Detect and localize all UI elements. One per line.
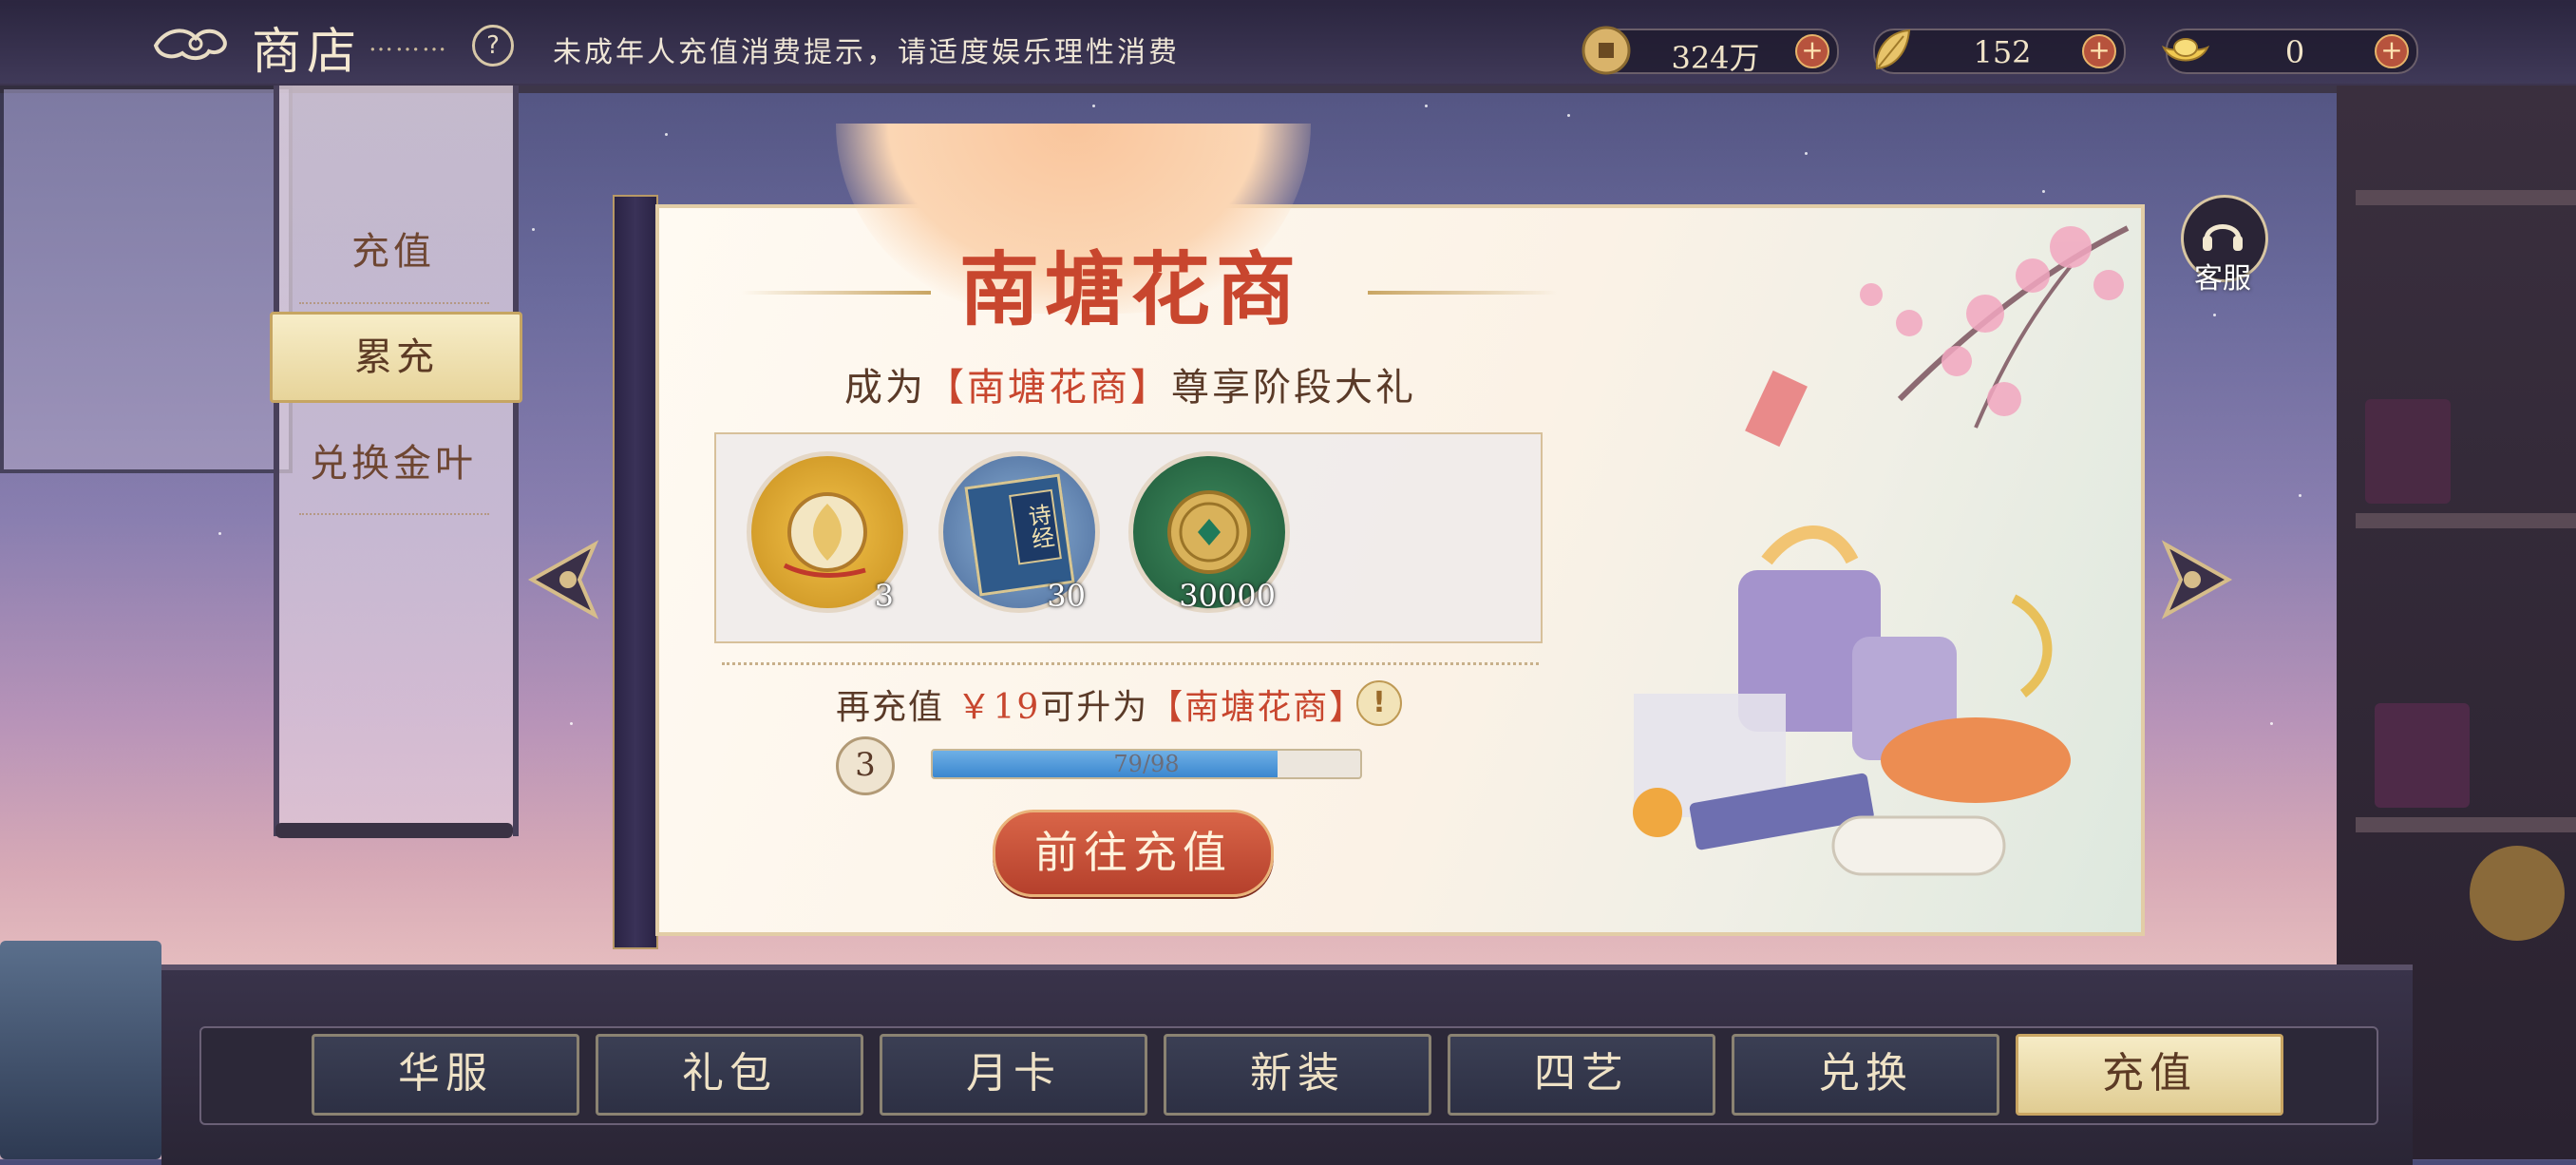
card-scroll-rod: [613, 195, 658, 949]
star-decoration: [2270, 722, 2273, 725]
book-title: 诗经: [1009, 488, 1062, 565]
help-icon[interactable]: ?: [472, 25, 514, 67]
divider: [299, 302, 489, 304]
shelf-box: [2365, 399, 2451, 504]
prev-arrow-icon[interactable]: [513, 537, 604, 622]
jade-coin-icon: [1167, 490, 1251, 574]
star-decoration: [2213, 314, 2216, 316]
upgrade-hint: 再充值 ￥19可升为【南塘花商】: [836, 679, 1365, 729]
desk-scroll: [0, 941, 161, 1159]
add-gold-ingot-button[interactable]: +: [2375, 34, 2409, 68]
star-decoration: [2042, 190, 2045, 193]
upgrade-prefix: 再充值: [836, 688, 945, 727]
progress-text: 79/98: [1113, 751, 1180, 777]
star-decoration: [570, 722, 573, 725]
reward-count: 30000: [1179, 578, 1276, 614]
sidebar-item-cumulative-recharge[interactable]: 累充: [270, 312, 522, 403]
reward-count: 3: [874, 578, 894, 614]
reward-item-poetry-book[interactable]: 诗经 30: [938, 451, 1100, 614]
top-bar: 商店 ……… ? 未成年人充值消费提示，请适度娱乐理性消费 324万 + 152…: [0, 0, 2576, 86]
star-decoration: [1805, 152, 1808, 155]
gold-ingot-amount: 0: [2284, 34, 2305, 70]
next-arrow-icon[interactable]: [2156, 537, 2247, 622]
cherry-blossom-decoration: [1745, 225, 2130, 448]
info-icon[interactable]: !: [1356, 680, 1402, 726]
shelf-board: [2356, 190, 2576, 205]
title-dots: ………: [369, 29, 448, 57]
reward-item-golden-pendant[interactable]: 3: [747, 451, 908, 614]
sidebar-rod: [275, 823, 513, 838]
golden-pendant-icon: [783, 492, 867, 578]
tab-fashion[interactable]: 华服: [312, 1034, 579, 1116]
upgrade-tier-name: 【南塘花商】: [1148, 688, 1366, 727]
tab-gift-pack[interactable]: 礼包: [596, 1034, 863, 1116]
divider: [299, 513, 489, 515]
shelf-board: [2356, 513, 2576, 528]
title-ornament-right: [1368, 291, 1558, 295]
reward-count: 30: [1047, 578, 1086, 614]
gold-leaf-icon: [1875, 29, 1911, 70]
sidebar-item-recharge[interactable]: 充值: [285, 220, 502, 276]
upgrade-amount: ￥19: [957, 688, 1041, 727]
star-decoration: [1092, 105, 1095, 107]
tier-subtitle: 成为【南塘花商】尊享阶段大礼: [826, 356, 1434, 411]
upgrade-mid: 可升为: [1040, 688, 1149, 727]
headset-icon: [2203, 224, 2243, 251]
subtitle-prefix: 成为: [844, 366, 926, 410]
tier-title: 南塘花商: [958, 242, 1301, 336]
currency-gold-ingot: 0 +: [2161, 29, 2418, 74]
tab-four-arts[interactable]: 四艺: [1448, 1034, 1715, 1116]
star-decoration: [532, 228, 535, 231]
copper-amount: 324万: [1671, 40, 1760, 76]
reward-item-jade-coin[interactable]: 30000: [1128, 451, 1290, 614]
tab-recharge[interactable]: 充值: [2016, 1034, 2283, 1116]
title-ornament-left: [741, 291, 931, 295]
recharge-progress-bar: 79/98: [931, 749, 1362, 779]
go-recharge-button[interactable]: 前往充值: [993, 810, 1274, 897]
currency-gold-leaf: 152 +: [1873, 29, 2126, 74]
shelf-board: [2356, 817, 2576, 832]
tab-monthly-card[interactable]: 月卡: [880, 1034, 1147, 1116]
customer-service-label[interactable]: 客服: [2175, 255, 2270, 296]
subtitle-suffix: 尊享阶段大礼: [1171, 366, 1416, 410]
shelf-box: [2375, 703, 2470, 808]
add-gold-leaf-button[interactable]: +: [2082, 34, 2116, 68]
star-decoration: [665, 133, 668, 136]
gift-pile-decoration: [1633, 525, 2071, 876]
hanging-scroll-left: [0, 86, 293, 473]
gold-leaf-amount: 152: [1973, 34, 2032, 70]
star-decoration: [2299, 494, 2301, 497]
cloud-emblem-icon: [153, 29, 227, 60]
subtitle-tier-name: 【南塘花商】: [926, 366, 1171, 410]
star-decoration: [218, 532, 221, 535]
add-copper-button[interactable]: +: [1795, 34, 1829, 68]
currency-copper: 324万 +: [1582, 26, 1839, 76]
tab-exchange[interactable]: 兑换: [1732, 1034, 1999, 1116]
shelf-plate: [2470, 846, 2565, 941]
tab-new-outfit[interactable]: 新装: [1164, 1034, 1431, 1116]
star-decoration: [1567, 114, 1570, 117]
divider: [722, 662, 1539, 665]
minor-spending-notice: 未成年人充值消费提示，请适度娱乐理性消费: [553, 36, 1180, 69]
tier-level-badge: 3: [836, 736, 895, 795]
gold-ingot-icon: [2161, 38, 2210, 62]
sidebar-item-exchange-gold-leaf[interactable]: 兑换金叶: [285, 432, 502, 487]
star-decoration: [1425, 105, 1428, 107]
page-title: 商店: [252, 24, 363, 81]
copper-coin-icon: [1582, 26, 1631, 75]
